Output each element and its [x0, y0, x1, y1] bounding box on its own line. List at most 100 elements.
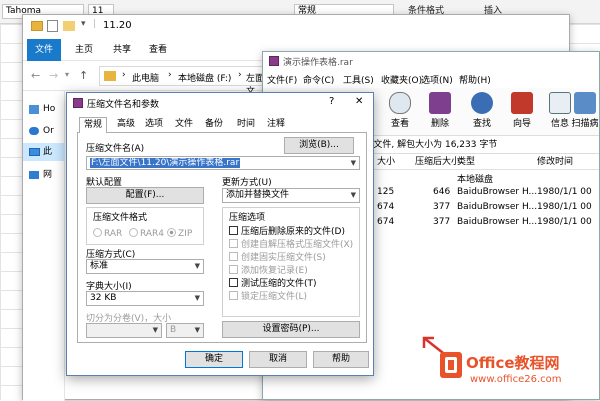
up-arrow-icon[interactable]: ↑	[79, 69, 88, 82]
lock-archive-checkbox[interactable]: 锁定压缩文件(L)	[229, 289, 307, 302]
nav-item-home[interactable]: Ho	[43, 102, 55, 116]
tab-home[interactable]: 主页	[67, 39, 101, 61]
toolbar-scan-button[interactable]: 扫描病	[569, 90, 600, 134]
back-arrow-icon[interactable]: ←	[31, 69, 40, 82]
tab-comment[interactable]: 注释	[263, 117, 289, 133]
solid-checkbox[interactable]: 创建固实压缩文件(S)	[229, 250, 326, 263]
properties-icon[interactable]	[47, 20, 58, 32]
menu-commands[interactable]: 命令(C)	[303, 73, 334, 86]
title-separator: |	[93, 19, 97, 29]
onedrive-icon	[29, 127, 39, 135]
tab-view[interactable]: 查看	[141, 39, 175, 61]
browse-button[interactable]: 浏览(B)...	[284, 137, 354, 154]
split-unit-select[interactable]: B ▼	[166, 323, 204, 338]
menu-help[interactable]: 帮助(H)	[459, 73, 491, 86]
test-archive-checkbox[interactable]: 测试压缩的文件(T)	[229, 276, 317, 289]
watermark-url: www.office26.com	[470, 374, 562, 385]
folder-icon	[31, 21, 43, 31]
chevron-down-icon[interactable]: ▾	[81, 19, 86, 29]
archive-name-field[interactable]: F:\左面文件\11.20\演示操作表格.rar ▼	[86, 156, 360, 170]
breadcrumb-this-pc[interactable]: 此电脑	[132, 71, 159, 84]
recovery-record-checkbox[interactable]: 添加恢复记录(E)	[229, 263, 308, 276]
row-size: 125	[377, 187, 395, 197]
row-size: 674	[377, 217, 395, 227]
help-icon[interactable]: ?	[329, 96, 334, 107]
tab-general[interactable]: 常规	[79, 117, 108, 134]
row-packed: 377	[433, 202, 451, 212]
close-icon[interactable]: ✕	[355, 96, 363, 107]
col-size[interactable]: 大小	[377, 154, 395, 170]
breadcrumb[interactable]: › 此电脑 › 本地磁盘 (F:) › 左面文	[99, 66, 269, 97]
office-logo-icon	[440, 352, 462, 378]
chevron-down-icon: ▼	[194, 262, 200, 270]
split-size-select[interactable]: ▼	[86, 323, 162, 338]
col-modified[interactable]: 修改时间	[537, 154, 573, 170]
row-modified: 1980/1/1 00	[537, 187, 592, 197]
scan-icon	[574, 92, 596, 114]
chevron-down-icon: ▼	[194, 326, 200, 334]
toolbar-find-button[interactable]: 查找	[461, 90, 503, 134]
winrar-titlebar: 演示操作表格.rar	[263, 52, 599, 70]
tab-options[interactable]: 选项	[141, 117, 167, 133]
recent-chevron-icon[interactable]: ▾	[65, 70, 69, 79]
row-size: 674	[377, 202, 395, 212]
nav-item-this-pc[interactable]: 此	[43, 145, 52, 159]
network-icon	[29, 171, 39, 179]
nav-item-onedrive[interactable]: Or	[43, 124, 54, 138]
archive-format-group: 压缩文件格式 RAR RAR4 ZIP	[86, 207, 204, 245]
row-type: 本地磁盘	[457, 175, 494, 185]
glasses-icon	[389, 92, 411, 114]
winrar-logo-icon	[269, 56, 279, 66]
method-select[interactable]: 标准 ▼	[86, 259, 204, 274]
profiles-button[interactable]: 配置(F)...	[86, 187, 204, 204]
new-folder-icon[interactable]	[63, 21, 75, 31]
toolbar-scan-label: 扫描病	[571, 119, 599, 129]
split-unit-value: B	[170, 325, 177, 335]
menu-tools[interactable]: 工具(S)	[343, 73, 374, 86]
delete-after-checkbox[interactable]: 压缩后删除原来的文件(D)	[229, 224, 345, 237]
tab-advanced[interactable]: 高级	[113, 117, 139, 133]
toolbar-delete-button[interactable]: 删除	[419, 90, 461, 134]
winrar-menubar: 文件(F) 命令(C) 工具(S) 收藏夹(O) 选项(N) 帮助(H)	[263, 70, 599, 88]
tab-time[interactable]: 时间	[233, 117, 259, 133]
ok-button[interactable]: 确定	[185, 351, 243, 368]
tab-backup[interactable]: 备份	[201, 117, 227, 133]
update-mode-select[interactable]: 添加并替换文件 ▼	[222, 188, 360, 203]
menu-file[interactable]: 文件(F)	[267, 73, 297, 86]
toolbar-delete-label: 删除	[430, 119, 449, 129]
sfx-checkbox[interactable]: 创建自解压格式压缩文件(X)	[229, 237, 353, 250]
archive-params-dialog: 压缩文件名和参数 ? ✕ 常规 高级 选项 文件 备份 时间 注释 压缩文件名(…	[66, 92, 374, 376]
archive-format-label: 压缩文件格式	[93, 213, 148, 223]
cancel-button[interactable]: 取消	[249, 351, 307, 368]
row-modified: 1980/1/1 00	[537, 202, 592, 212]
nav-item-network[interactable]: 网	[43, 168, 52, 182]
help-button[interactable]: 帮助	[313, 351, 369, 368]
col-packed[interactable]: 压缩后大小	[415, 154, 460, 170]
home-icon	[29, 105, 39, 114]
format-rar4-radio[interactable]: RAR4	[129, 228, 164, 239]
update-mode-value: 添加并替换文件	[226, 190, 290, 200]
menu-options[interactable]: 选项(N)	[421, 73, 453, 86]
toolbar-wizard-button[interactable]: 向导	[501, 90, 543, 134]
folder-icon	[104, 71, 116, 81]
dialog-tabs: 常规 高级 选项 文件 备份 时间 注释	[77, 117, 367, 134]
forward-arrow-icon[interactable]: →	[49, 69, 58, 82]
breadcrumb-drive[interactable]: 本地磁盘 (F:)	[178, 71, 231, 84]
chevron-down-icon: ▼	[350, 191, 356, 199]
dictionary-select[interactable]: 32 KB ▼	[86, 291, 204, 306]
chevron-down-icon[interactable]: ▼	[351, 157, 356, 170]
set-password-button[interactable]: 设置密码(P)...	[222, 321, 360, 338]
format-rar-radio[interactable]: RAR	[93, 228, 122, 239]
toolbar-view-button[interactable]: 查看	[379, 90, 421, 134]
breadcrumb-sep-icon: ›	[238, 70, 242, 80]
tab-files[interactable]: 文件	[171, 117, 197, 133]
row-packed: 377	[433, 217, 451, 227]
format-zip-radio[interactable]: ZIP	[167, 228, 192, 239]
col-type[interactable]: 类型	[457, 154, 475, 170]
tab-file[interactable]: 文件	[27, 39, 62, 61]
winrar-logo-icon	[73, 98, 83, 108]
general-tab-panel: 压缩文件名(A) 浏览(B)... F:\左面文件\11.20\演示操作表格.r…	[77, 133, 367, 343]
dialog-title: 压缩文件名和参数	[87, 100, 160, 110]
tab-share[interactable]: 共享	[105, 39, 139, 61]
menu-favorites[interactable]: 收藏夹(O)	[381, 73, 422, 86]
